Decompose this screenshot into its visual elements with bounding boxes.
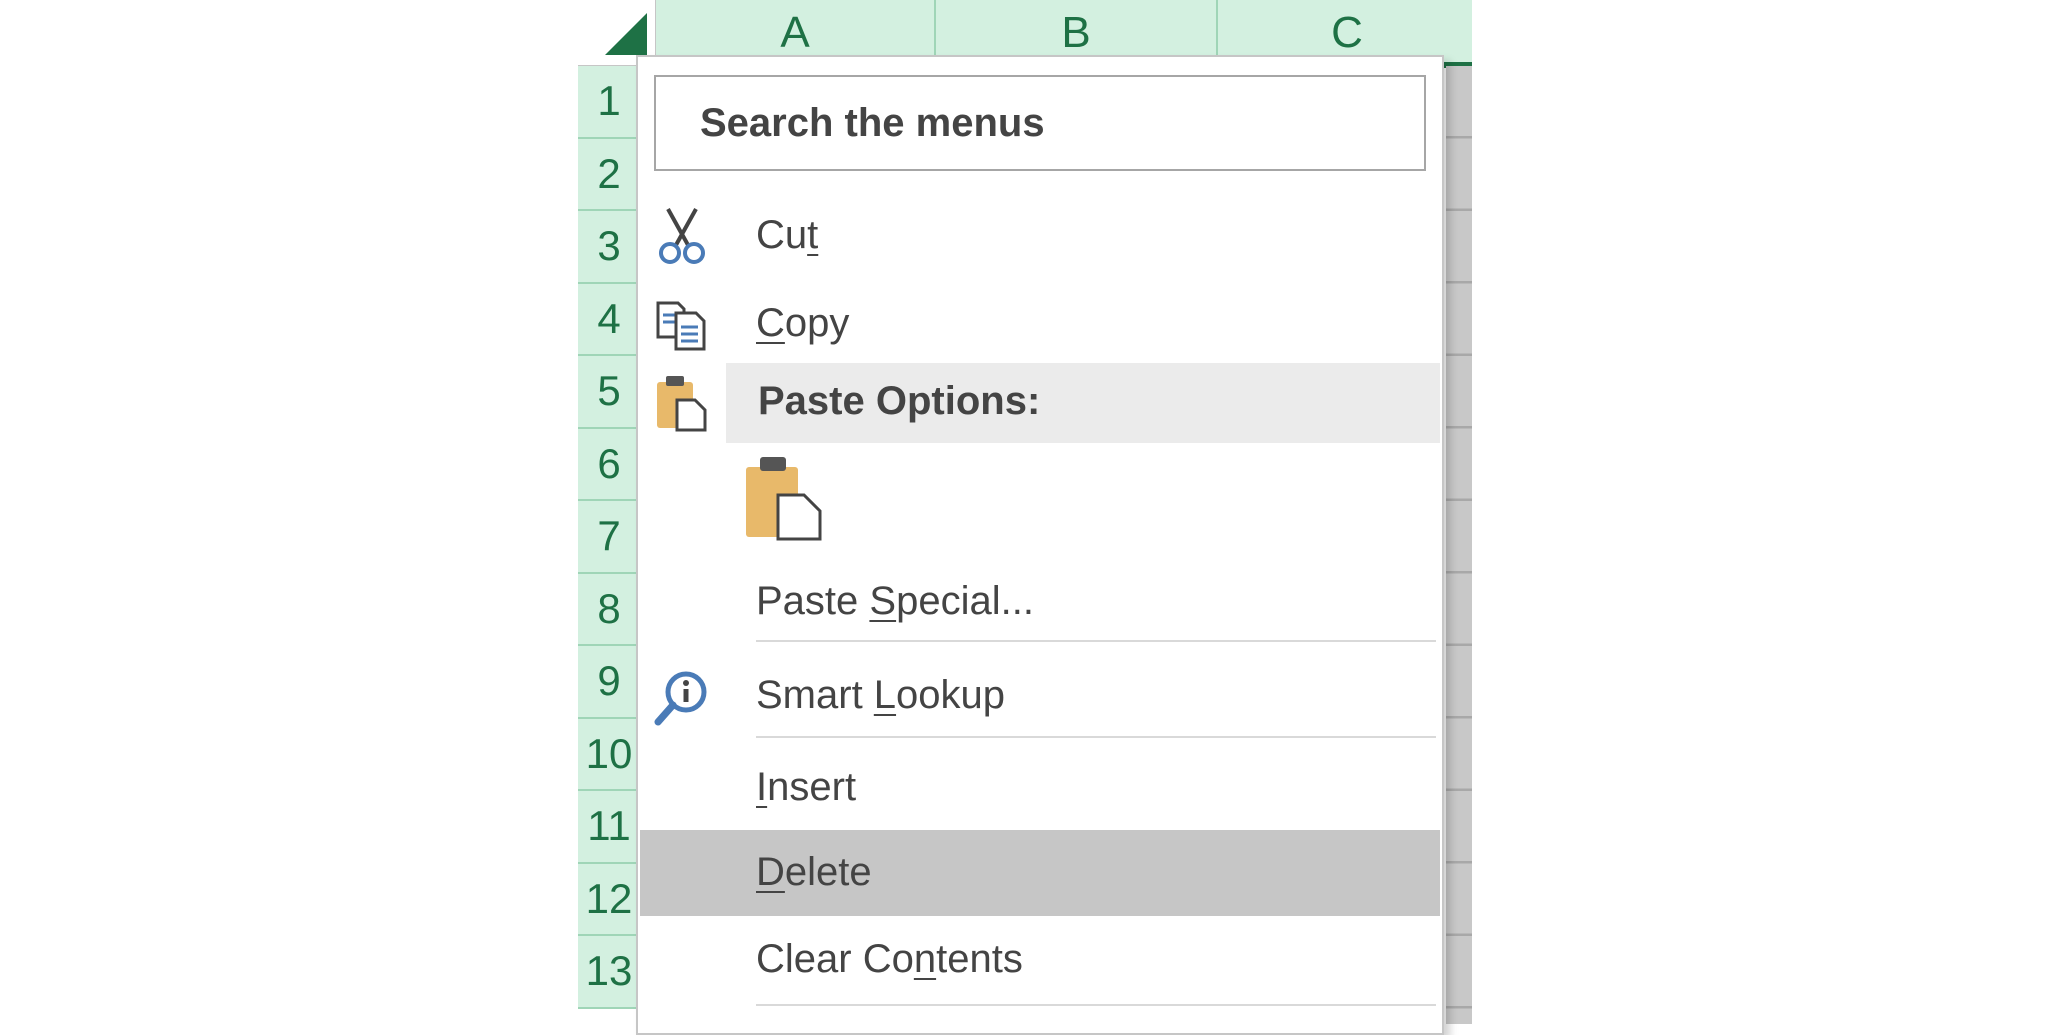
paste-options-label: Paste Options:: [758, 379, 1041, 423]
clipboard-icon: [652, 371, 712, 435]
select-all-triangle-icon: [605, 13, 647, 55]
row-header[interactable]: 2: [578, 138, 644, 211]
row-header[interactable]: 6: [578, 428, 644, 501]
clipboard-paste-icon: [742, 455, 828, 546]
row-header[interactable]: 13: [578, 936, 644, 1009]
scissors-icon: [652, 205, 712, 269]
menu-separator: [756, 736, 1436, 738]
menu-item-smart-lookup[interactable]: Smart Lookup: [638, 657, 1444, 739]
grid-row-lines: [1446, 66, 1472, 1024]
row-header[interactable]: 8: [578, 573, 644, 646]
menu-item-cut[interactable]: Cut: [638, 197, 1444, 277]
row-header[interactable]: 1: [578, 66, 644, 139]
menu-item-clear-contents[interactable]: Clear Contents: [638, 923, 1444, 1003]
row-header[interactable]: 7: [578, 501, 644, 574]
menu-item-copy[interactable]: Copy: [638, 285, 1444, 365]
paste-button[interactable]: [742, 455, 832, 545]
menu-item-copy-label: Copy: [756, 301, 850, 345]
menu-item-delete[interactable]: Delete: [638, 830, 1444, 916]
menu-item-paste-special[interactable]: Paste Special...: [638, 565, 1444, 645]
menu-item-delete-label: Delete: [756, 850, 872, 894]
menu-item-paste-special-label: Paste Special...: [756, 579, 1034, 623]
menu-item-cut-label: Cut: [756, 213, 819, 257]
row-headers: 1 2 3 4 5 6 7 8 9 10 11 12 13: [578, 66, 644, 1009]
row-header[interactable]: 3: [578, 211, 644, 284]
menu-item-clear-contents-label: Clear Contents: [756, 937, 1023, 981]
row-header[interactable]: 11: [578, 791, 644, 864]
menu-item-insert[interactable]: Insert: [638, 749, 1444, 831]
row-header[interactable]: 9: [578, 646, 644, 719]
row-header[interactable]: 12: [578, 863, 644, 936]
menu-item-smart-lookup-label: Smart Lookup: [756, 673, 1006, 717]
search-menus-input[interactable]: [654, 75, 1426, 171]
paste-options-header: Paste Options:: [726, 363, 1440, 443]
row-header[interactable]: 5: [578, 356, 644, 429]
row-header[interactable]: 10: [578, 718, 644, 791]
menu-separator: [756, 640, 1436, 642]
smart-lookup-icon: [652, 665, 712, 731]
row-header[interactable]: 4: [578, 283, 644, 356]
menu-item-insert-label: Insert: [756, 765, 857, 809]
context-menu: Cut Copy Paste Options:: [636, 55, 1444, 1035]
copy-icon: [652, 293, 712, 357]
menu-separator: [756, 1004, 1436, 1006]
